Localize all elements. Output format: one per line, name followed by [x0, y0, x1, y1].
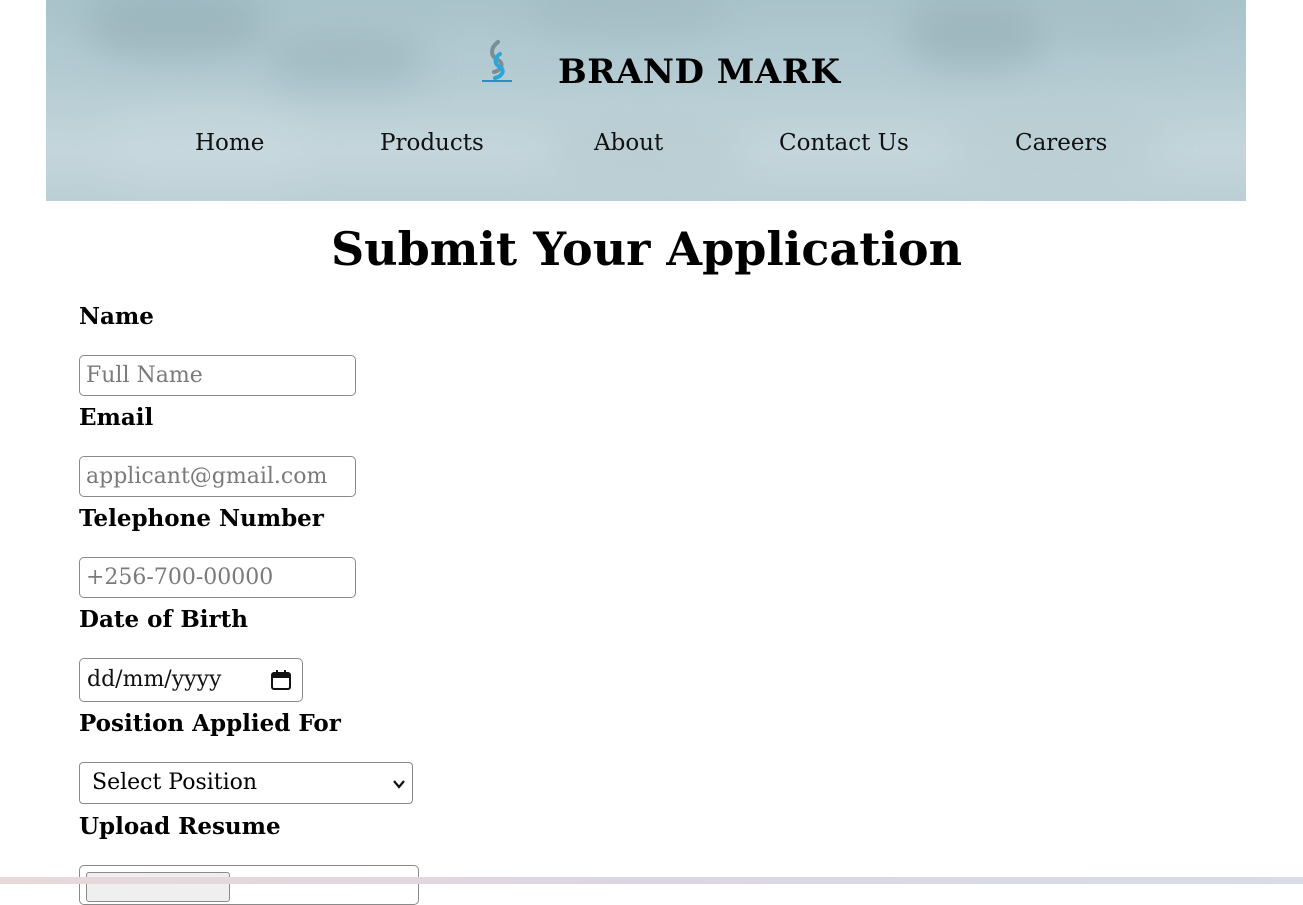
nav-item-contact-us[interactable]: Contact Us [779, 130, 909, 156]
date-of-birth-input[interactable]: dd/mm/yyyy [79, 658, 303, 702]
brand-title: BRAND MARK [558, 52, 841, 92]
position-label: Position Applied For [79, 710, 341, 737]
email-label: Email [79, 404, 154, 431]
nav-item-about[interactable]: About [594, 130, 663, 156]
nav-item-careers[interactable]: Careers [1015, 130, 1107, 156]
telephone-label: Telephone Number [79, 505, 324, 532]
position-select[interactable]: Select Position [79, 762, 413, 804]
nav-item-home[interactable]: Home [195, 130, 264, 156]
nav-item-products[interactable]: Products [380, 130, 484, 156]
header-background [46, 0, 1246, 201]
email-input[interactable] [79, 456, 356, 497]
chevron-down-icon [393, 780, 405, 789]
date-format-text: dd/mm/yyyy [87, 667, 222, 692]
upload-resume-label: Upload Resume [79, 813, 281, 840]
brand-row: BRAND MARK [46, 40, 1246, 100]
page-title: Submit Your Application [330, 222, 963, 276]
name-label: Name [79, 303, 154, 330]
resume-file-input[interactable] [79, 865, 419, 905]
site-header: BRAND MARK Home Products About Contact U… [46, 0, 1246, 201]
brandmark-logo-icon[interactable] [478, 40, 516, 84]
name-input[interactable] [79, 355, 356, 396]
window-bottom-edge [0, 877, 1303, 884]
calendar-icon[interactable] [270, 669, 292, 691]
date-of-birth-label: Date of Birth [79, 606, 248, 633]
position-selected-value: Select Position [92, 770, 258, 795]
main-nav: Home Products About Contact Us Careers [46, 128, 1246, 164]
telephone-input[interactable] [79, 557, 356, 598]
